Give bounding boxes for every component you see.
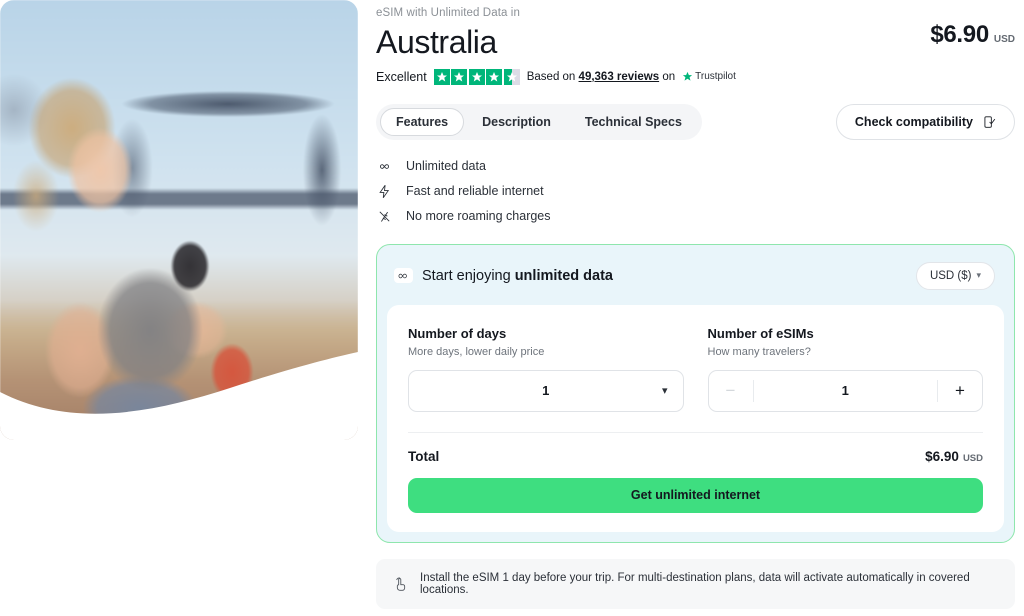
star-rating xyxy=(433,68,520,85)
price-currency: USD xyxy=(993,34,1015,45)
tab-technical-specs[interactable]: Technical Specs xyxy=(569,108,698,136)
esims-decrement-button[interactable]: − xyxy=(709,371,753,411)
infinity-badge-icon xyxy=(394,268,413,284)
purchase-card-header: Start enjoying unlimited data USD ($) ▾ xyxy=(377,245,1014,305)
feature-item: Unlimited data xyxy=(376,159,1024,174)
check-compatibility-label: Check compatibility xyxy=(854,114,973,129)
purchase-heading-block: Start enjoying unlimited data xyxy=(394,268,613,284)
esims-hint: How many travelers? xyxy=(707,345,811,358)
feature-label: Fast and reliable internet xyxy=(406,184,544,199)
tab-bar: Features Description Technical Specs xyxy=(376,103,702,140)
rating-summary: Based on 49,363 reviews on xyxy=(527,71,675,83)
install-info-note: Install the eSIM 1 day before your trip.… xyxy=(376,558,1015,609)
currency-selector-value: USD ($) xyxy=(929,269,972,282)
product-page: eSIM with Unlimited Data in Australia $6… xyxy=(0,0,1024,616)
trustpilot-rating: Excellent Based on 49,363 reviews on Tru… xyxy=(376,68,1024,85)
feature-label: No more roaming charges xyxy=(406,209,551,224)
trustpilot-name: Trustpilot xyxy=(695,71,736,83)
tab-features[interactable]: Features xyxy=(380,107,465,136)
days-field: Number of days More days, lower daily pr… xyxy=(408,326,684,412)
rating-on-text: on xyxy=(662,70,676,83)
star-icon xyxy=(451,68,468,85)
title-price-row: eSIM with Unlimited Data in Australia $6… xyxy=(376,7,1024,60)
trustpilot-star-icon xyxy=(683,71,693,81)
star-half-icon xyxy=(503,68,520,85)
rating-word: Excellent xyxy=(376,69,427,84)
title-block: eSIM with Unlimited Data in Australia xyxy=(376,7,520,60)
esims-stepper: − 1 + xyxy=(707,369,983,412)
purchase-heading-strong: unlimited data xyxy=(514,267,613,284)
chevron-down-icon: ▾ xyxy=(661,385,668,398)
product-eyebrow: eSIM with Unlimited Data in xyxy=(376,7,520,19)
feature-item: No more roaming charges xyxy=(376,209,1024,224)
hero-image xyxy=(0,0,358,440)
total-label: Total xyxy=(408,448,440,464)
purchase-card-body: Number of days More days, lower daily pr… xyxy=(387,304,1004,532)
feature-list: Unlimited data Fast and reliable interne… xyxy=(376,159,1024,224)
esims-field: Number of eSIMs How many travelers? − 1 … xyxy=(707,325,983,412)
purchase-heading-prefix: Start enjoying xyxy=(422,267,515,284)
get-unlimited-internet-button[interactable]: Get unlimited internet xyxy=(408,477,983,513)
tab-description[interactable]: Description xyxy=(466,108,567,136)
feature-item: Fast and reliable internet xyxy=(376,184,1024,199)
reviews-link[interactable]: 49,363 reviews xyxy=(579,71,660,83)
days-label: Number of days xyxy=(408,325,507,341)
esims-value: 1 xyxy=(841,383,849,399)
days-value: 1 xyxy=(542,383,550,399)
price-block: $6.90 USD xyxy=(930,7,1024,49)
infinity-icon xyxy=(376,159,393,174)
total-amount-block: $6.90 USD xyxy=(925,449,983,464)
esims-increment-button[interactable]: + xyxy=(938,371,982,411)
star-icon xyxy=(486,68,503,85)
no-roaming-icon xyxy=(376,209,393,224)
total-row: Total $6.90 USD xyxy=(408,431,983,464)
trustpilot-brand: Trustpilot xyxy=(682,71,736,82)
rating-based-prefix: Based on xyxy=(526,70,576,83)
total-price: $6.90 xyxy=(925,448,959,464)
esims-label: Number of eSIMs xyxy=(707,325,814,341)
days-hint: More days, lower daily price xyxy=(408,345,545,358)
hero-wave-mask xyxy=(0,352,358,440)
purchase-fields: Number of days More days, lower daily pr… xyxy=(408,326,983,412)
lightning-bolt-icon xyxy=(376,184,393,199)
product-details: eSIM with Unlimited Data in Australia $6… xyxy=(376,0,1024,616)
currency-selector[interactable]: USD ($) ▾ xyxy=(915,261,995,290)
page-title: Australia xyxy=(376,24,497,60)
tabs-row: Features Description Technical Specs Che… xyxy=(376,103,1024,140)
star-icon xyxy=(468,68,485,85)
star-icon xyxy=(433,68,450,85)
check-compatibility-button[interactable]: Check compatibility xyxy=(835,103,1015,140)
days-select[interactable]: 1 ▾ xyxy=(408,369,684,412)
chevron-down-icon: ▾ xyxy=(976,270,981,281)
purchase-card: Start enjoying unlimited data USD ($) ▾ … xyxy=(376,243,1015,543)
tap-hand-icon xyxy=(396,577,406,591)
purchase-heading: Start enjoying unlimited data xyxy=(422,268,613,284)
device-check-icon xyxy=(984,115,996,128)
feature-label: Unlimited data xyxy=(406,159,486,174)
total-currency: USD xyxy=(962,452,983,464)
price-amount: $6.90 xyxy=(930,21,989,48)
install-info-text: Install the eSIM 1 day before your trip.… xyxy=(420,571,970,596)
